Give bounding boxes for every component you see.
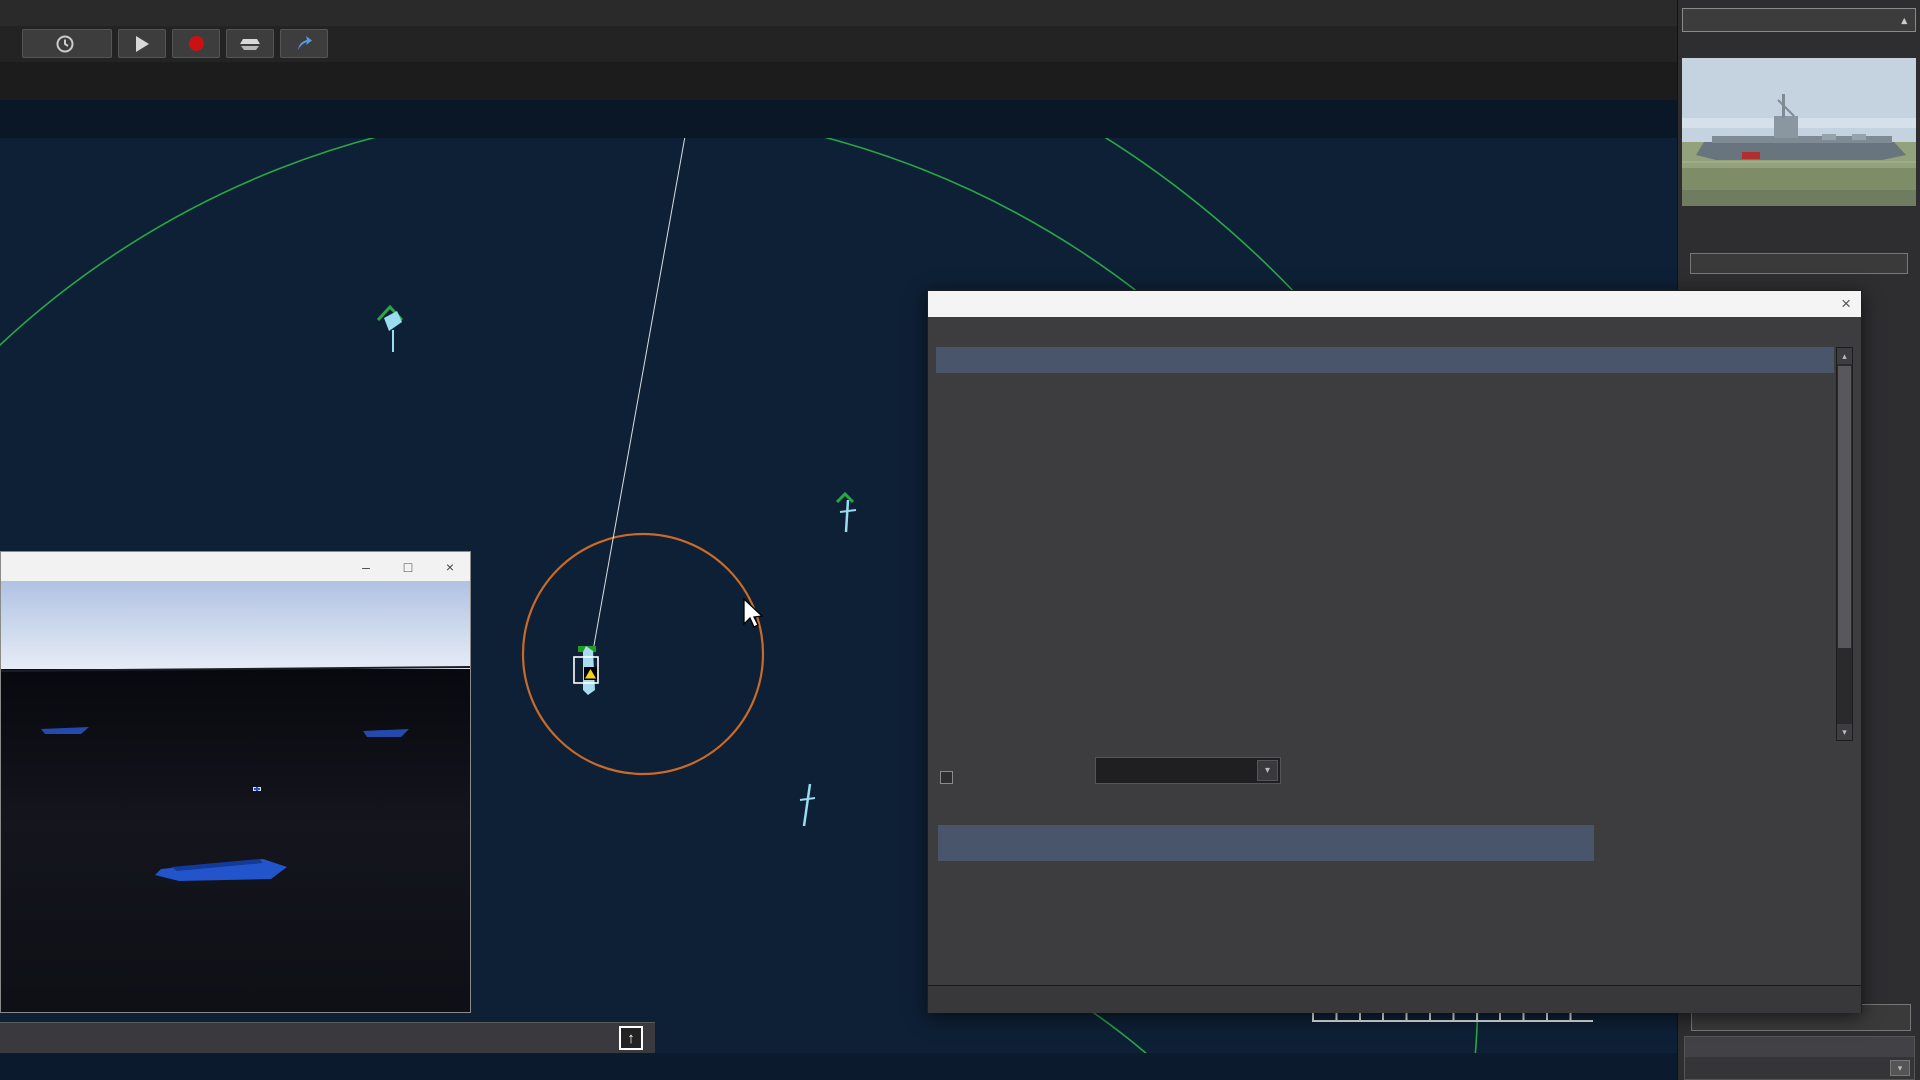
scroll-up-icon[interactable]: ▴ — [1837, 348, 1852, 364]
play-icon — [135, 35, 149, 52]
strategic-panel: ▾ — [1684, 1036, 1915, 1080]
ferry-icon — [240, 38, 260, 50]
map-scale-ruler — [1312, 1012, 1593, 1022]
time-step-bar — [0, 1053, 1677, 1080]
jump-arrow-icon — [298, 35, 312, 50]
expand-log-button[interactable]: ↑ — [619, 1026, 643, 1050]
course-line — [590, 113, 690, 663]
message-log-bar[interactable]: ↑ — [0, 1022, 655, 1053]
dropdown-button[interactable]: ▾ — [1890, 1060, 1910, 1076]
jump-button[interactable] — [280, 29, 328, 58]
play-button[interactable] — [118, 29, 166, 58]
unit-status-header[interactable]: ▴ — [1682, 8, 1916, 32]
enable-quick-checkbox[interactable] — [940, 771, 953, 784]
chevron-down-icon: ▾ — [1897, 1063, 1903, 1073]
record-icon — [188, 36, 204, 51]
unit-cvn78-symbol — [573, 646, 599, 695]
dialog-footer — [928, 985, 1861, 1013]
up-arrow-icon: ↑ — [627, 1029, 635, 1047]
table-scrollbar[interactable]: ▴ ▾ — [1836, 347, 1853, 741]
stores-col-mags — [1417, 836, 1510, 851]
contact-surface — [799, 783, 816, 827]
time-bar — [0, 100, 1677, 138]
view3d-unit-label[interactable] — [253, 787, 261, 791]
time-compression-button[interactable] — [22, 29, 112, 58]
mouse-cursor — [743, 598, 764, 628]
collapse-chevron-icon[interactable]: ▴ — [1901, 14, 1907, 27]
ribbon-toolbar — [0, 62, 1677, 100]
unit-message-log-button[interactable] — [1690, 253, 1908, 274]
scrollbar-thumb[interactable] — [1838, 366, 1851, 648]
view3d-scene — [1, 666, 470, 881]
ferry-mission-button[interactable] — [226, 29, 274, 58]
aircraft-table-header — [936, 347, 1834, 373]
stores-table-header — [938, 825, 1594, 861]
view3d-titlebar[interactable]: – □ × — [1, 552, 470, 581]
quick-toolbar — [0, 26, 1677, 62]
dialog-titlebar[interactable]: × — [928, 291, 1861, 317]
loadout-info-panel — [1600, 799, 1858, 979]
chevron-down-icon[interactable]: ▾ — [1257, 760, 1278, 781]
scroll-down-icon[interactable]: ▾ — [1837, 724, 1852, 740]
maximize-icon[interactable]: □ — [388, 552, 428, 581]
contact-air — [835, 491, 857, 533]
view3d-window[interactable]: – □ × — [0, 551, 471, 1013]
close-icon[interactable]: × — [1841, 294, 1851, 314]
clock-icon — [56, 35, 73, 52]
minimize-icon[interactable]: – — [346, 552, 386, 581]
unit-photo — [1682, 58, 1916, 206]
quick-turnaround-select[interactable]: ▾ — [1095, 757, 1281, 784]
close-icon[interactable]: × — [430, 552, 470, 581]
contact-cav-group — [376, 304, 404, 352]
strategic-header — [1685, 1037, 1914, 1057]
reference-circle — [521, 532, 765, 776]
menu-bar — [0, 0, 1677, 26]
stores-col-magsac — [1510, 836, 1594, 851]
app-screen: – □ × ↑ ▴ ▾ × ▴ ▾ ▾ — [0, 0, 1920, 1080]
air-ops-dialog: × ▴ ▾ ▾ — [927, 290, 1862, 1013]
record-button[interactable] — [172, 29, 220, 58]
